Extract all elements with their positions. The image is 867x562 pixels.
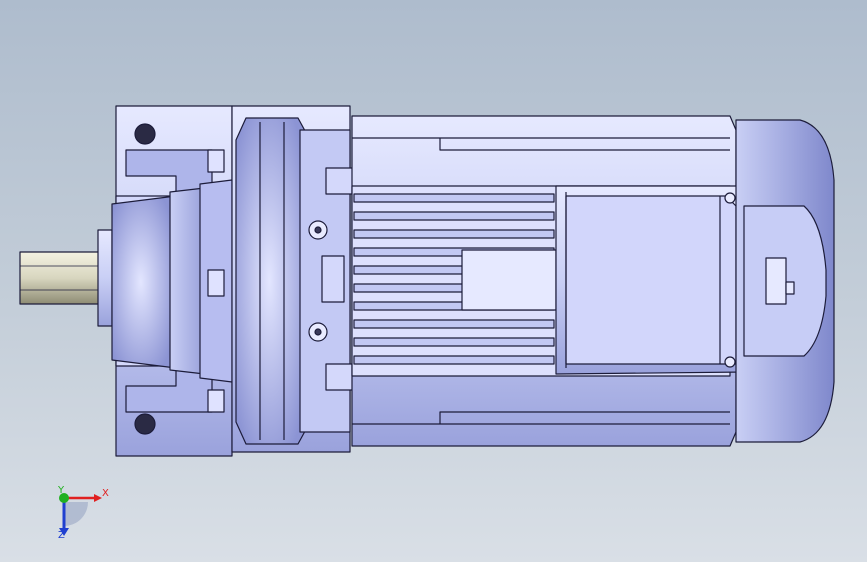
y-axis-label: Y (58, 485, 65, 496)
gear-motor-model[interactable] (0, 0, 867, 562)
fan-cover (735, 119, 835, 443)
x-axis-arrow (94, 494, 102, 502)
terminal-box (555, 185, 747, 375)
z-axis-label: Z (58, 530, 65, 541)
x-axis-label: X (102, 488, 109, 499)
output-shaft (19, 229, 117, 327)
cad-viewport[interactable]: X Y Z (0, 0, 867, 562)
mounting-hole-bottom (134, 413, 156, 435)
mounting-hole-top (134, 123, 156, 145)
